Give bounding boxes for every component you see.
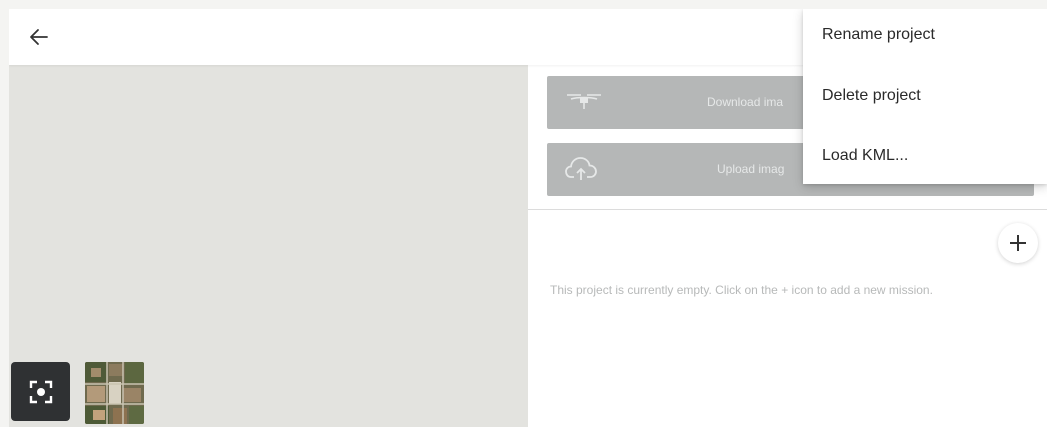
plus-icon	[1010, 235, 1026, 251]
app-frame: Download ima Upload imag This project is…	[9, 9, 1047, 427]
locate-button[interactable]	[11, 362, 70, 421]
panel-divider	[528, 209, 1047, 210]
menu-item-label: Rename project	[822, 26, 935, 43]
upload-images-label: Upload imag	[717, 162, 785, 176]
project-options-menu: Rename project Delete project Load KML..…	[803, 9, 1047, 184]
menu-item-delete-project[interactable]: Delete project	[803, 70, 1047, 128]
menu-item-rename-project[interactable]: Rename project	[803, 9, 1047, 67]
empty-project-message: This project is currently empty. Click o…	[550, 283, 933, 297]
satellite-thumbnail	[85, 362, 144, 424]
back-button[interactable]	[23, 21, 55, 53]
menu-item-label: Delete project	[822, 87, 921, 104]
satellite-layer-button[interactable]	[85, 362, 144, 424]
menu-item-label: Load KML...	[822, 147, 909, 164]
download-images-label: Download ima	[707, 95, 784, 109]
cloud-upload-icon	[565, 155, 599, 186]
add-mission-button[interactable]	[998, 223, 1038, 263]
map-view[interactable]	[9, 65, 528, 427]
focus-target-icon	[29, 380, 52, 403]
drone-icon	[565, 88, 603, 117]
arrow-left-icon	[30, 29, 48, 45]
menu-item-load-kml[interactable]: Load KML...	[803, 130, 1047, 188]
